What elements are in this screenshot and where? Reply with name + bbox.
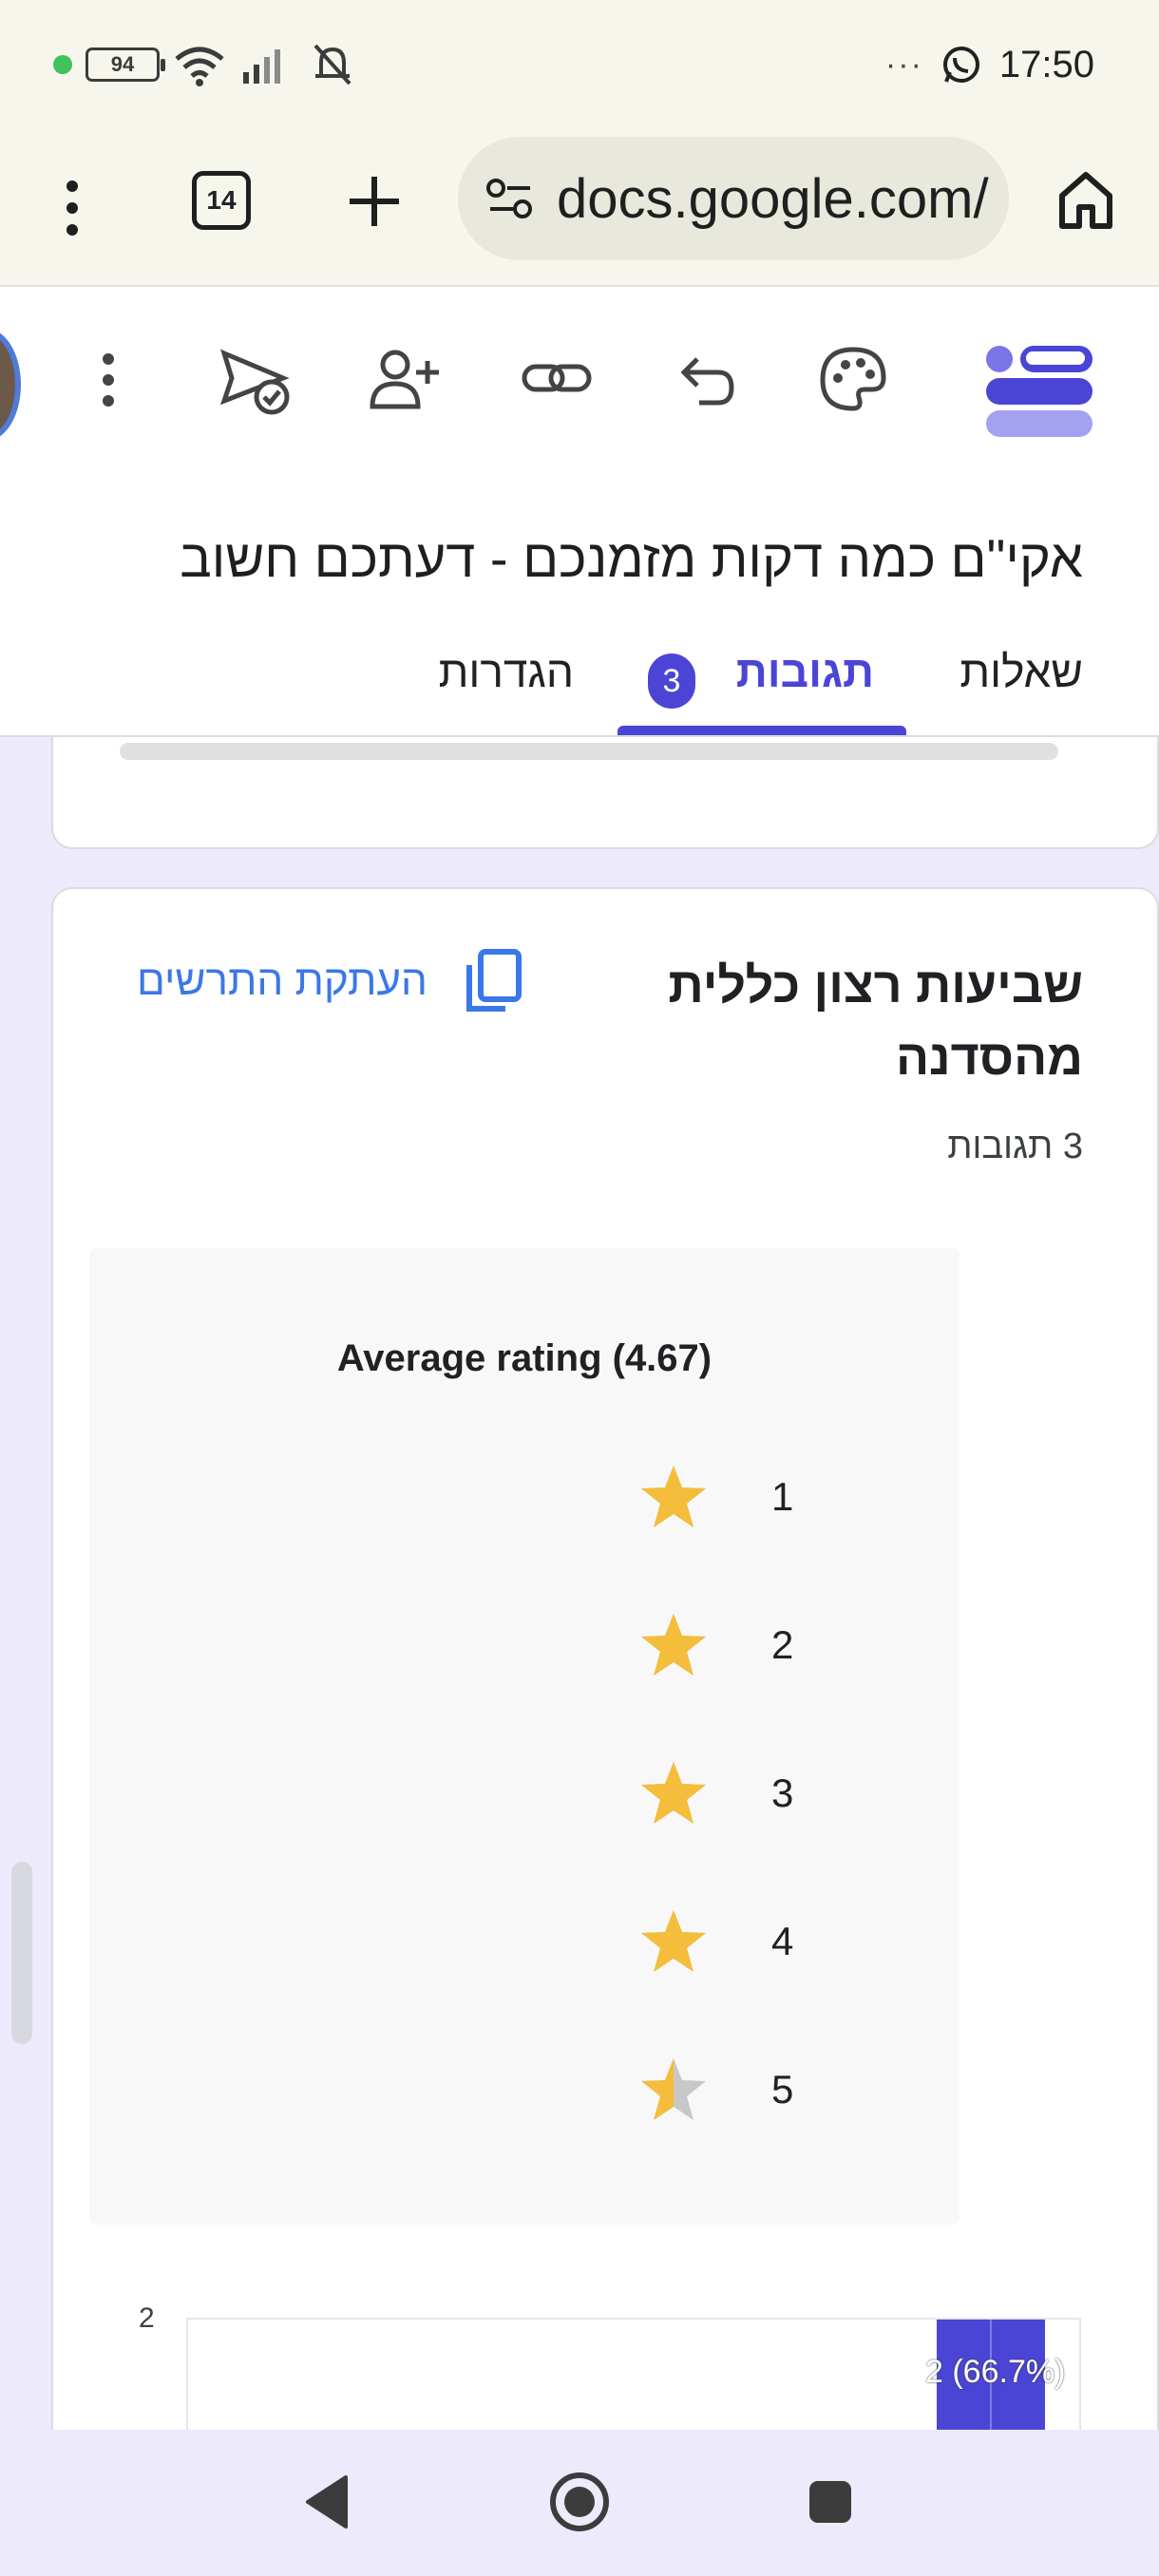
add-collaborator-icon[interactable] bbox=[365, 340, 445, 420]
star-icon bbox=[641, 1910, 706, 1972]
more-vert-icon[interactable] bbox=[53, 175, 91, 241]
status-right: ··· 17:50 bbox=[885, 38, 1094, 91]
average-rating-title: Average rating (4.67) bbox=[336, 1337, 712, 1379]
tab-count: 14 bbox=[206, 185, 237, 215]
copy-icon bbox=[466, 949, 522, 1012]
clock: 17:50 bbox=[998, 43, 1094, 85]
address-bar[interactable]: docs.google.com/ bbox=[458, 137, 1009, 260]
response-count: 3 תגובות bbox=[947, 1127, 1083, 1166]
recents-icon[interactable] bbox=[796, 2468, 864, 2536]
average-rating-panel bbox=[89, 1248, 960, 2225]
star-icon bbox=[641, 1762, 706, 1824]
responses-count-badge: 3 bbox=[648, 653, 695, 709]
star-label: 3 bbox=[771, 1771, 794, 1815]
url-text: docs.google.com/ bbox=[557, 167, 989, 230]
wifi-icon bbox=[175, 47, 224, 86]
home-icon[interactable] bbox=[1056, 169, 1115, 232]
more-options-icon[interactable] bbox=[80, 340, 137, 420]
star-label: 5 bbox=[771, 2067, 794, 2112]
star-row: 4 bbox=[638, 1904, 828, 1979]
tab-questions[interactable]: שאלות bbox=[960, 646, 1083, 697]
signal-icon bbox=[243, 49, 280, 84]
undo-icon[interactable] bbox=[665, 340, 745, 420]
whatsapp-icon bbox=[942, 47, 979, 83]
status-overflow: ··· bbox=[884, 46, 923, 83]
tab-switcher-button[interactable]: 14 bbox=[192, 171, 251, 230]
star-icon bbox=[641, 1614, 706, 1676]
forms-logo-icon bbox=[986, 346, 1092, 437]
star-row: 2 bbox=[638, 1607, 828, 1683]
battery-level: 94 bbox=[110, 52, 135, 76]
status-bar: 94 ··· 17:50 bbox=[0, 0, 1159, 129]
forms-toolbar bbox=[0, 287, 1159, 483]
copy-chart-button[interactable]: העתקת התרשים bbox=[137, 948, 522, 1014]
new-tab-icon[interactable] bbox=[344, 171, 405, 232]
star-icon bbox=[641, 1466, 706, 1527]
palette-icon[interactable] bbox=[813, 340, 893, 420]
star-icon bbox=[641, 2058, 706, 2120]
star-row: 1 bbox=[638, 1459, 828, 1535]
link-icon[interactable] bbox=[517, 340, 597, 420]
browser-toolbar: 14 docs.google.com/ bbox=[0, 129, 1159, 287]
bar-axis-tick: 2 bbox=[139, 2302, 155, 2334]
back-icon[interactable] bbox=[294, 2468, 363, 2536]
site-settings-icon[interactable] bbox=[484, 175, 536, 222]
send-icon[interactable] bbox=[217, 340, 296, 420]
scrollbar[interactable] bbox=[11, 1862, 32, 2044]
star-row: 5 bbox=[638, 2052, 828, 2128]
star-label: 4 bbox=[771, 1919, 794, 1963]
status-left: 94 bbox=[53, 42, 359, 87]
active-tab-indicator bbox=[618, 726, 906, 735]
tab-settings[interactable]: הגדרות bbox=[439, 646, 574, 697]
question-title: שביעות רצון כללית מהסדנה bbox=[668, 958, 1083, 1086]
system-nav-bar bbox=[0, 2430, 1159, 2576]
muted-bell-icon bbox=[314, 44, 352, 85]
previous-chart-bar bbox=[120, 743, 1058, 760]
star-label: 2 bbox=[771, 1622, 794, 1667]
copy-chart-label: העתקת התרשים bbox=[137, 957, 428, 1004]
battery-icon: 94 bbox=[86, 47, 165, 82]
previous-question-card bbox=[51, 737, 1159, 849]
tab-responses[interactable]: תגובות bbox=[736, 646, 874, 697]
privacy-indicator-dot bbox=[53, 55, 72, 74]
bar-data-label: 2 (66.7%) bbox=[925, 2354, 1066, 2390]
star-label: 1 bbox=[771, 1474, 794, 1519]
form-title: אקי"ם כמה דקות מזמנכם - דעתכם חשוב bbox=[180, 528, 1083, 588]
star-row: 3 bbox=[638, 1755, 828, 1831]
home-nav-icon[interactable] bbox=[545, 2468, 614, 2536]
